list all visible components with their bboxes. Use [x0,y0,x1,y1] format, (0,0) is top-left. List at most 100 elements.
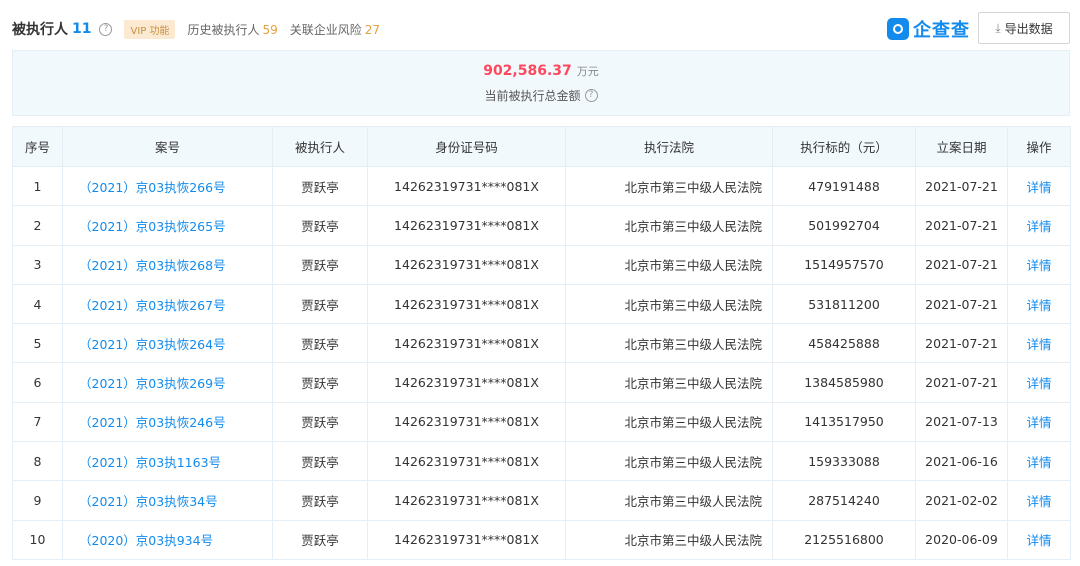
filing-date: 2021-07-21 [915,283,1008,325]
risk-link[interactable]: 关联企业风险 27 [290,21,380,38]
case-number-link[interactable]: （2021）京03执恢264号 [62,323,273,364]
detail-link[interactable]: 详情 [1007,283,1071,325]
table-header-row: 序号 案号 被执行人 身份证号码 执行法院 执行标的（元） 立案日期 操作 [12,126,1071,167]
court-name: 北京市第三中级人民法院 [565,165,773,207]
case-number-link[interactable]: （2021）京03执恢265号 [62,205,273,246]
total-amount-caption: 当前被执行总金额 [484,88,581,103]
detail-link[interactable]: 详情 [1007,165,1071,207]
row-index: 2 [12,205,63,246]
detail-link[interactable]: 详情 [1007,401,1071,443]
column-header: 序号 [12,126,63,167]
case-number-link[interactable]: （2021）京03执恢34号 [62,480,273,521]
section-title: 被执行人 [12,22,68,38]
column-header: 执行法院 [565,126,773,167]
brand-name: 企查查 [913,20,970,41]
court-name: 北京市第三中级人民法院 [565,362,773,403]
total-amount: 902,586.37 [483,62,572,79]
execution-amount: 458425888 [772,323,916,364]
detail-link[interactable]: 详情 [1007,480,1071,521]
executee-name: 贾跃亭 [272,283,368,325]
detail-link[interactable]: 详情 [1007,205,1071,246]
export-label: 导出数据 [1004,21,1053,36]
export-button[interactable]: ⤓ 导出数据 [978,12,1070,44]
filing-date: 2021-07-21 [915,362,1008,403]
id-number: 14262319731****081X [367,323,566,364]
question-circle-icon[interactable]: ? [584,88,598,102]
court-name: 北京市第三中级人民法院 [565,480,773,521]
case-number-link[interactable]: （2021）京03执恢266号 [62,165,273,207]
row-index: 4 [12,283,63,325]
table-row: 2 （2021）京03执恢265号 贾跃亭 14262319731****081X 北京… [12,205,1071,246]
table-row: 5 （2021）京03执恢264号 贾跃亭 14262319731****081X 北京… [12,323,1071,364]
executee-table: 序号 案号 被执行人 身份证号码 执行法院 执行标的（元） 立案日期 操作 1 （… [12,126,1071,560]
history-label: 历史被执行人 [187,22,260,37]
detail-link[interactable]: 详情 [1007,519,1071,560]
case-number-link[interactable]: （2021）京03执恢269号 [62,362,273,403]
detail-link[interactable]: 详情 [1007,362,1071,403]
brand-logo: 企查查 [887,16,970,42]
id-number: 14262319731****081X [367,401,566,443]
column-header: 立案日期 [915,126,1008,167]
risk-label: 关联企业风险 [289,22,362,37]
case-number-link[interactable]: （2021）京03执1163号 [62,441,273,482]
detail-link[interactable]: 详情 [1007,323,1071,364]
row-index: 6 [12,362,63,403]
execution-amount: 501992704 [772,205,916,246]
court-name: 北京市第三中级人民法院 [565,244,773,285]
case-number-link[interactable]: （2021）京03执恢267号 [62,283,273,325]
table-row: 3 （2021）京03执恢268号 贾跃亭 14262319731****081X 北京… [12,244,1071,285]
detail-link[interactable]: 详情 [1007,244,1071,285]
execution-amount: 1514957570 [772,244,916,285]
id-number: 14262319731****081X [367,480,566,521]
table-row: 8 （2021）京03执1163号 贾跃亭 14262319731****081X 北京… [12,441,1071,482]
execution-amount: 287514240 [772,480,916,521]
id-number: 14262319731****081X [367,362,566,403]
total-amount-panel: 902,586.37 万元 当前被执行总金额 ? [12,50,1070,116]
table-row: 1 （2021）京03执恢266号 贾跃亭 14262319731****081X 北京… [12,165,1071,207]
filing-date: 2021-07-21 [915,323,1008,364]
court-name: 北京市第三中级人民法院 [565,441,773,482]
table-row: 10 （2020）京03执934号 贾跃亭 14262319731****081X 北京… [12,519,1071,560]
row-index: 5 [12,323,63,364]
case-number-link[interactable]: （2020）京03执934号 [62,519,273,560]
id-number: 14262319731****081X [367,244,566,285]
row-index: 3 [12,244,63,285]
court-name: 北京市第三中级人民法院 [565,323,773,364]
court-name: 北京市第三中级人民法院 [565,205,773,246]
court-name: 北京市第三中级人民法院 [565,519,773,560]
court-name: 北京市第三中级人民法院 [565,283,773,325]
question-circle-icon[interactable]: ? [99,22,113,36]
executee-name: 贾跃亭 [272,480,368,521]
filing-date: 2021-07-21 [915,244,1008,285]
executee-name: 贾跃亭 [272,165,368,207]
risk-count: 27 [364,22,381,37]
executee-name: 贾跃亭 [272,244,368,285]
vip-badge: VIP 功能 [124,19,176,39]
table-row: 9 （2021）京03执恢34号 贾跃亭 14262319731****081X 北京市… [12,480,1071,521]
executee-name: 贾跃亭 [272,401,368,443]
executee-name: 贾跃亭 [272,441,368,482]
column-header: 案号 [62,126,273,167]
section-count: 11 [72,21,92,37]
case-number-link[interactable]: （2021）京03执恢246号 [62,401,273,443]
history-link[interactable]: 历史被执行人 59 [187,21,277,38]
row-index: 10 [12,519,63,560]
detail-link[interactable]: 详情 [1007,441,1071,482]
execution-amount: 479191488 [772,165,916,207]
execution-amount: 2125516800 [772,519,916,560]
case-number-link[interactable]: （2021）京03执恢268号 [62,244,273,285]
filing-date: 2021-07-21 [915,205,1008,246]
column-header: 身份证号码 [367,126,566,167]
column-header: 操作 [1007,126,1071,167]
execution-amount: 1384585980 [772,362,916,403]
row-index: 1 [12,165,63,207]
executee-name: 贾跃亭 [272,519,368,560]
section-header: 被执行人 11 ? VIP 功能 历史被执行人 59 关联企业风险 27 企查查 ⤓… [12,12,1070,46]
filing-date: 2021-02-02 [915,480,1008,521]
id-number: 14262319731****081X [367,165,566,207]
id-number: 14262319731****081X [367,205,566,246]
filing-date: 2021-07-13 [915,401,1008,443]
filing-date: 2021-07-21 [915,165,1008,207]
row-index: 8 [12,441,63,482]
execution-amount: 1413517950 [772,401,916,443]
